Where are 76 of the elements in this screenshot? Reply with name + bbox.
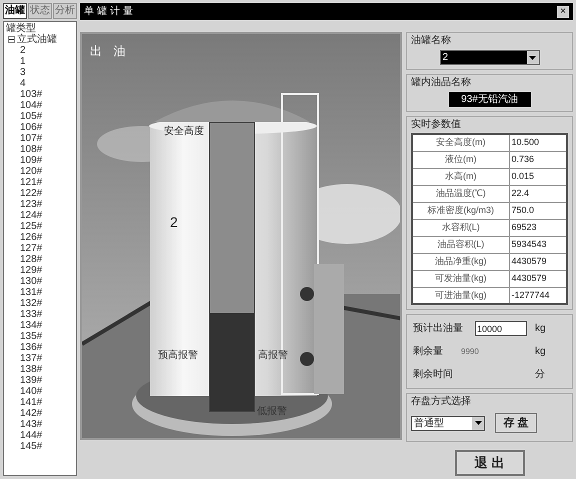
tree-item[interactable]: 122# (20, 188, 42, 199)
table-cell: 油品净重(kg) (412, 253, 509, 270)
table-cell: 水高(m) (412, 168, 509, 185)
table-cell: 油品温度(℃) (412, 185, 509, 202)
alarm-label: 预高报警 (158, 348, 198, 363)
tree-item[interactable]: 3 (20, 67, 26, 78)
unit-label: kg (535, 345, 546, 359)
table-cell: 液位(m) (412, 151, 509, 168)
tree-item[interactable]: 121# (20, 177, 42, 188)
tree-item[interactable]: 109# (20, 155, 42, 166)
tree-item[interactable]: 123# (20, 199, 42, 210)
outflow-input[interactable]: 10000 (475, 321, 527, 336)
table-cell: 可发油量(kg) (412, 270, 509, 287)
tree-item[interactable]: 2 (20, 45, 26, 56)
tree-item[interactable]: 103# (20, 89, 42, 100)
tree-item[interactable]: 131# (20, 287, 42, 298)
save-button[interactable]: 存 盘 (495, 413, 537, 433)
tree-item[interactable]: 4 (20, 78, 26, 89)
tree-item[interactable]: 144# (20, 430, 42, 441)
tree-item[interactable]: 145# (20, 441, 42, 452)
field-label: 剩余量 (413, 345, 444, 359)
tree-item[interactable]: 124# (20, 210, 42, 221)
save-mode-dropdown[interactable]: 普通型 (411, 416, 485, 430)
unit-label: 分 (535, 368, 545, 382)
tree-item[interactable]: 140# (20, 386, 42, 397)
tree-item[interactable]: 135# (20, 331, 42, 342)
table-cell: 水容积(L) (412, 219, 509, 236)
close-button[interactable]: × (557, 6, 569, 18)
field-label: 罐内油品名称 (411, 76, 472, 90)
table-cell: 油品容积(L) (412, 236, 509, 253)
unit-label: kg (535, 322, 546, 336)
field-label: 油罐名称 (411, 34, 452, 48)
tree-item[interactable]: 138# (20, 364, 42, 375)
remaining-value: 9990 (461, 346, 480, 358)
tree-item[interactable]: 立式油罐 (17, 34, 57, 45)
field-label: 预计出油量 (413, 322, 464, 336)
collapse-icon[interactable] (8, 36, 15, 43)
mode-label: 出 油 (90, 43, 130, 60)
tree-item[interactable]: 108# (20, 144, 42, 155)
tree-item[interactable]: 105# (20, 111, 42, 122)
tab[interactable]: 油罐 (3, 3, 27, 19)
tree-item[interactable]: 137# (20, 353, 42, 364)
alarm-label: 高报警 (258, 348, 288, 363)
table-cell: 标准密度(kg/m3) (412, 202, 509, 219)
tree-item[interactable]: 106# (20, 122, 42, 133)
tree-item[interactable]: 134# (20, 320, 42, 331)
tree-item[interactable]: 120# (20, 166, 42, 177)
tree-item[interactable]: 132# (20, 298, 42, 309)
oil-name-display: 93#无铅汽油 (448, 92, 530, 107)
tree-item[interactable]: 136# (20, 342, 42, 353)
tree-item[interactable]: 罐类型 (6, 23, 36, 34)
tree-item[interactable]: 128# (20, 254, 42, 265)
exit-button[interactable]: 退 出 (454, 450, 524, 476)
tree-item[interactable]: 143# (20, 419, 42, 430)
tree-item[interactable]: 1 (20, 56, 26, 67)
tab[interactable]: 分析 (53, 3, 77, 19)
tree-item[interactable]: 104# (20, 100, 42, 111)
tree-item[interactable]: 107# (20, 133, 42, 144)
window-title: 单罐计量 (84, 4, 136, 19)
tree-item[interactable]: 125# (20, 221, 42, 232)
tree-item[interactable]: 126# (20, 232, 42, 243)
tree-item[interactable]: 130# (20, 276, 42, 287)
tree-item[interactable]: 129# (20, 265, 42, 276)
tree-item[interactable]: 133# (20, 309, 42, 320)
safe-height-label: 安全高度 (164, 124, 204, 139)
table-cell: 安全高度(m) (412, 134, 509, 151)
tree-item[interactable]: 127# (20, 243, 42, 254)
field-label: 剩余时间 (413, 368, 454, 382)
tank-dropdown[interactable]: 2 (440, 50, 540, 65)
tank-number: 2 (170, 213, 178, 232)
tab[interactable]: 状态 (28, 3, 52, 19)
section-label: 实时参数值 (411, 118, 462, 132)
tree-item[interactable]: 141# (20, 397, 42, 408)
section-label: 存盘方式选择 (411, 394, 472, 409)
tree-item[interactable]: 139# (20, 375, 42, 386)
tree-item[interactable]: 142# (20, 408, 42, 419)
